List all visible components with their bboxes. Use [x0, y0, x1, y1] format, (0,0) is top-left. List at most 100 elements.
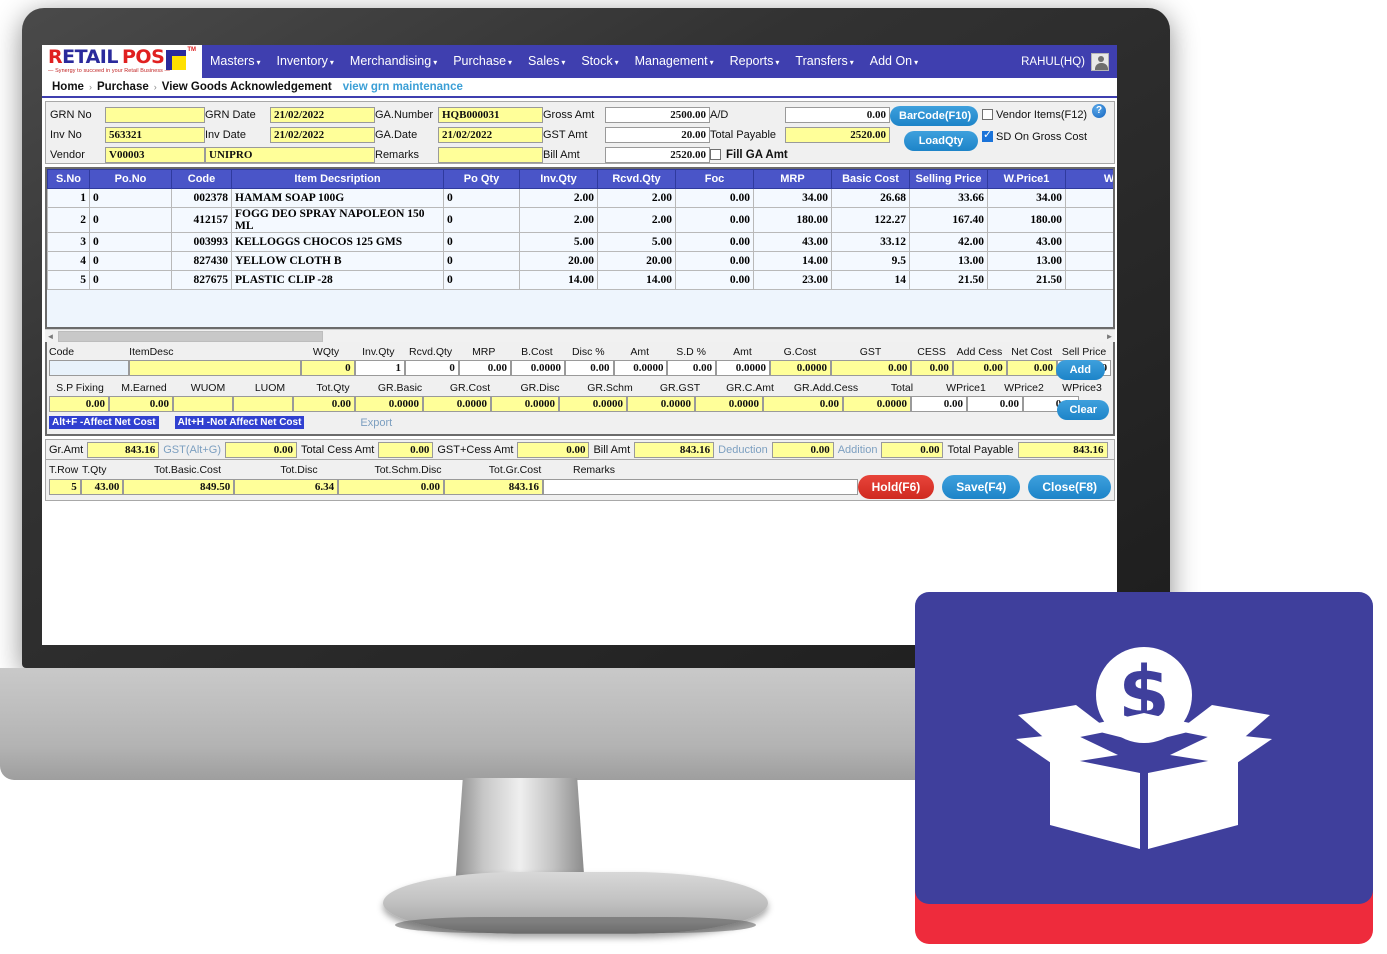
menu-item-transfers[interactable]: Transfers ▾: [787, 45, 861, 79]
grid-cell-wp2[interactable]: [1065, 188, 1113, 208]
grid-cell-poqty[interactable]: 0: [443, 188, 520, 208]
grid-cell-code[interactable]: 412157: [171, 207, 232, 233]
entry2-input-m-earned[interactable]: 0.00: [109, 395, 173, 412]
vendor-name-input[interactable]: UNIPRO: [205, 146, 375, 163]
scrollbar-track[interactable]: [56, 330, 1104, 342]
grid-cell-pono[interactable]: 0: [89, 251, 172, 271]
grid-cell-poqty[interactable]: 0: [443, 232, 520, 252]
grid-cell-invqty[interactable]: 5.00: [519, 232, 598, 252]
grid-cell-sno[interactable]: 5: [47, 270, 90, 290]
help-icon[interactable]: ?: [1092, 104, 1106, 118]
table-row[interactable]: 4 0 827430 YELLOW CLOTH B 0 20.00 20.00 0.00 14.…: [47, 251, 1113, 271]
grid-cell-foc[interactable]: 0.00: [675, 251, 754, 271]
breadcrumb-purchase[interactable]: Purchase: [97, 81, 149, 93]
grid-cell-wp1[interactable]: 180.00: [987, 207, 1066, 233]
table-row[interactable]: 1 0 002378 HAMAM SOAP 100G 0 2.00 2.00 0.00 34.0…: [47, 188, 1113, 208]
grid-cell-invqty[interactable]: 2.00: [519, 188, 598, 208]
menu-item-inventory[interactable]: Inventory ▾: [268, 45, 341, 79]
menu-item-management[interactable]: Management ▾: [627, 45, 722, 79]
grid-cell-basic[interactable]: 33.12: [831, 232, 910, 252]
menu-item-purchase[interactable]: Purchase ▾: [445, 45, 520, 79]
grn-date-input[interactable]: 21/02/2022: [270, 106, 375, 123]
table-row[interactable]: 5 0 827675 PLASTIC CLIP -28 0 14.00 14.00 0.00 2…: [47, 270, 1113, 290]
grid-column-header[interactable]: W.P: [1065, 169, 1113, 189]
sd-on-gross-cost-checkbox[interactable]: [982, 129, 993, 142]
grid-cell-foc[interactable]: 0.00: [675, 270, 754, 290]
grid-cell-desc[interactable]: FOGG DEO SPRAY NAPOLEON 150 ML: [231, 207, 444, 233]
tqty-value[interactable]: 43.00: [80, 478, 124, 495]
total-payable-value-totals[interactable]: 843.16: [1017, 441, 1108, 458]
deduction-value[interactable]: 0.00: [771, 441, 834, 458]
grid-column-header[interactable]: Po.No: [89, 169, 172, 189]
grid-cell-sell[interactable]: 13.00: [909, 251, 988, 271]
grid-cell-sell[interactable]: 21.50: [909, 270, 988, 290]
menu-item-stock[interactable]: Stock ▾: [573, 45, 626, 79]
entry2-input-wprice1[interactable]: 0.00: [911, 395, 967, 412]
grid-column-header[interactable]: Item Decsription: [231, 169, 444, 189]
entry-input-disc[interactable]: 0.00: [564, 359, 614, 376]
grid-cell-invqty[interactable]: 14.00: [519, 270, 598, 290]
grid-cell-wp2[interactable]: [1065, 232, 1113, 252]
grid-cell-mrp[interactable]: 34.00: [753, 188, 832, 208]
entry2-input-gr-basic[interactable]: 0.0000: [355, 395, 423, 412]
grid-cell-rcvdqty[interactable]: 14.00: [597, 270, 676, 290]
entry-input-amt[interactable]: 0.0000: [716, 359, 770, 376]
gst-amt-input[interactable]: 20.00: [605, 126, 710, 143]
grid-cell-poqty[interactable]: 0: [443, 207, 520, 233]
grid-horizontal-scrollbar[interactable]: ◄ ►: [45, 329, 1115, 342]
entry-input-inv-qty[interactable]: 1: [354, 359, 405, 376]
table-row[interactable]: 2 0 412157 FOGG DEO SPRAY NAPOLEON 150 ML 0 2…: [47, 207, 1113, 233]
entry-input-amt[interactable]: 0.0000: [613, 359, 668, 376]
entry-input-net-cost[interactable]: 0.00: [1006, 359, 1058, 376]
entry-input-rcvd-qty[interactable]: 0: [404, 359, 459, 376]
entry2-input-wprice2[interactable]: 0.00: [967, 395, 1023, 412]
tot-disc-value[interactable]: 6.34: [234, 478, 339, 495]
deduction-label[interactable]: Deduction: [718, 444, 768, 456]
grid-column-header[interactable]: Rcvd.Qty: [597, 169, 676, 189]
grid-cell-basic[interactable]: 9.5: [831, 251, 910, 271]
menu-item-merchandising[interactable]: Merchandising ▾: [342, 45, 445, 79]
grid-cell-pono[interactable]: 0: [89, 188, 172, 208]
grid-cell-invqty[interactable]: 20.00: [519, 251, 598, 271]
entry2-input-gr-disc[interactable]: 0.0000: [491, 395, 559, 412]
entry2-input-total[interactable]: 0.0000: [843, 395, 911, 412]
grid-cell-pono[interactable]: 0: [89, 270, 172, 290]
grid-cell-basic[interactable]: 26.68: [831, 188, 910, 208]
grid-cell-code[interactable]: 002378: [171, 188, 232, 208]
entry2-input-gr-add-cess[interactable]: 0.00: [763, 395, 843, 412]
entry2-input-gr-c-amt[interactable]: 0.0000: [695, 395, 763, 412]
entry-input-g-cost[interactable]: 0.0000: [769, 359, 831, 376]
grid-cell-mrp[interactable]: 14.00: [753, 251, 832, 271]
grid-cell-wp2[interactable]: [1065, 207, 1113, 233]
grid-cell-code[interactable]: 827675: [171, 270, 232, 290]
entry-input-itemdesc[interactable]: [129, 359, 301, 376]
entry2-input-luom[interactable]: [233, 395, 293, 412]
grid-cell-wp1[interactable]: 21.50: [987, 270, 1066, 290]
grid-cell-pono[interactable]: 0: [89, 232, 172, 252]
table-row[interactable]: 3 0 003993 KELLOGGS CHOCOS 125 GMS 0 5.00 5.00…: [47, 232, 1113, 252]
user-block[interactable]: RAHUL(HQ): [1021, 45, 1109, 78]
entry-input-code[interactable]: [49, 359, 130, 376]
breadcrumb-home[interactable]: Home: [52, 81, 84, 93]
grid-cell-code[interactable]: 827430: [171, 251, 232, 271]
grid-cell-sno[interactable]: 2: [47, 207, 90, 233]
grid-column-header[interactable]: Po Qty: [443, 169, 520, 189]
remarks-input-footer[interactable]: [543, 478, 858, 495]
grid-cell-desc[interactable]: PLASTIC CLIP -28: [231, 270, 444, 290]
entry2-input-gr-gst[interactable]: 0.0000: [627, 395, 695, 412]
grid-cell-rcvdqty[interactable]: 2.00: [597, 207, 676, 233]
grid-column-header[interactable]: W.Price1: [987, 169, 1066, 189]
barcode-button[interactable]: BarCode(F10): [890, 106, 978, 126]
grid-cell-rcvdqty[interactable]: 5.00: [597, 232, 676, 252]
scroll-right-arrow-icon[interactable]: ►: [1104, 332, 1115, 341]
entry2-input-tot-qty[interactable]: 0.00: [293, 395, 355, 412]
grid-cell-mrp[interactable]: 180.00: [753, 207, 832, 233]
grid-cell-foc[interactable]: 0.00: [675, 188, 754, 208]
grid-cell-sno[interactable]: 3: [47, 232, 90, 252]
tot-gr-cost-value[interactable]: 843.16: [444, 478, 544, 495]
grid-cell-wp2[interactable]: [1065, 270, 1113, 290]
grid-cell-sell[interactable]: 42.00: [909, 232, 988, 252]
gst-value[interactable]: 0.00: [225, 441, 297, 458]
tot-basic-cost-value[interactable]: 849.50: [123, 478, 235, 495]
ga-date-input[interactable]: 21/02/2022: [438, 126, 543, 143]
